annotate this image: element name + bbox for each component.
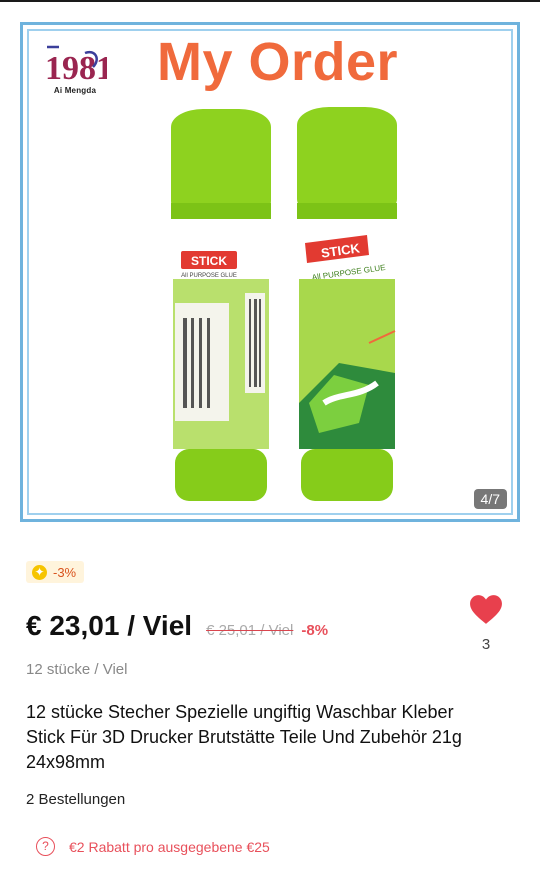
- heart-icon: [470, 595, 502, 624]
- wishlist-button[interactable]: 3: [466, 594, 506, 656]
- wishlist-count: 3: [481, 636, 491, 653]
- glue-stick-left: STICK All PURPOSE GLUE: [171, 109, 271, 501]
- coupon-badge[interactable]: ✦ -3%: [26, 561, 85, 583]
- purpose-label-left: All PURPOSE GLUE: [181, 273, 237, 279]
- brand-logo-text: 1981: [45, 50, 107, 87]
- product-image-frame: 1981 Ai Mengda My Order STICK All PURPOS…: [27, 29, 513, 515]
- product-title: 12 stücke Stecher Spezielle ungiftig Was…: [26, 702, 462, 772]
- price-row: € 23,01 / Viel € 25,01 / Viel -8%: [26, 610, 328, 642]
- promo-row[interactable]: ? €2 Rabatt pro ausgegebene €25: [36, 837, 270, 856]
- discount-percent: -8%: [301, 622, 329, 639]
- product-image-gallery[interactable]: 1981 Ai Mengda My Order STICK All PURPOS…: [20, 22, 520, 522]
- unit-info: 12 stücke / Viel: [26, 661, 128, 678]
- glue-stick-right: STICK All PURPOSE GLUE: [297, 107, 397, 501]
- help-icon[interactable]: ?: [36, 837, 55, 856]
- promo-text: €2 Rabatt pro ausgegebene €25: [69, 838, 270, 855]
- status-bar-divider: [0, 0, 540, 2]
- brand-name: Ai Mengda: [53, 86, 97, 95]
- image-counter: 4/7: [473, 489, 507, 509]
- order-count: 2 Bestellungen: [26, 791, 126, 808]
- stick-label-left: STICK: [191, 254, 227, 268]
- coupon-label: -3%: [53, 564, 77, 580]
- overlay-title: My Order: [157, 32, 399, 92]
- original-price: € 25,01 / Viel: [206, 622, 294, 639]
- coin-icon: ✦: [32, 564, 47, 580]
- current-price: € 23,01 / Viel: [26, 610, 193, 641]
- product-image: STICK All PURPOSE GLUE STICK All PURPOSE…: [171, 107, 397, 501]
